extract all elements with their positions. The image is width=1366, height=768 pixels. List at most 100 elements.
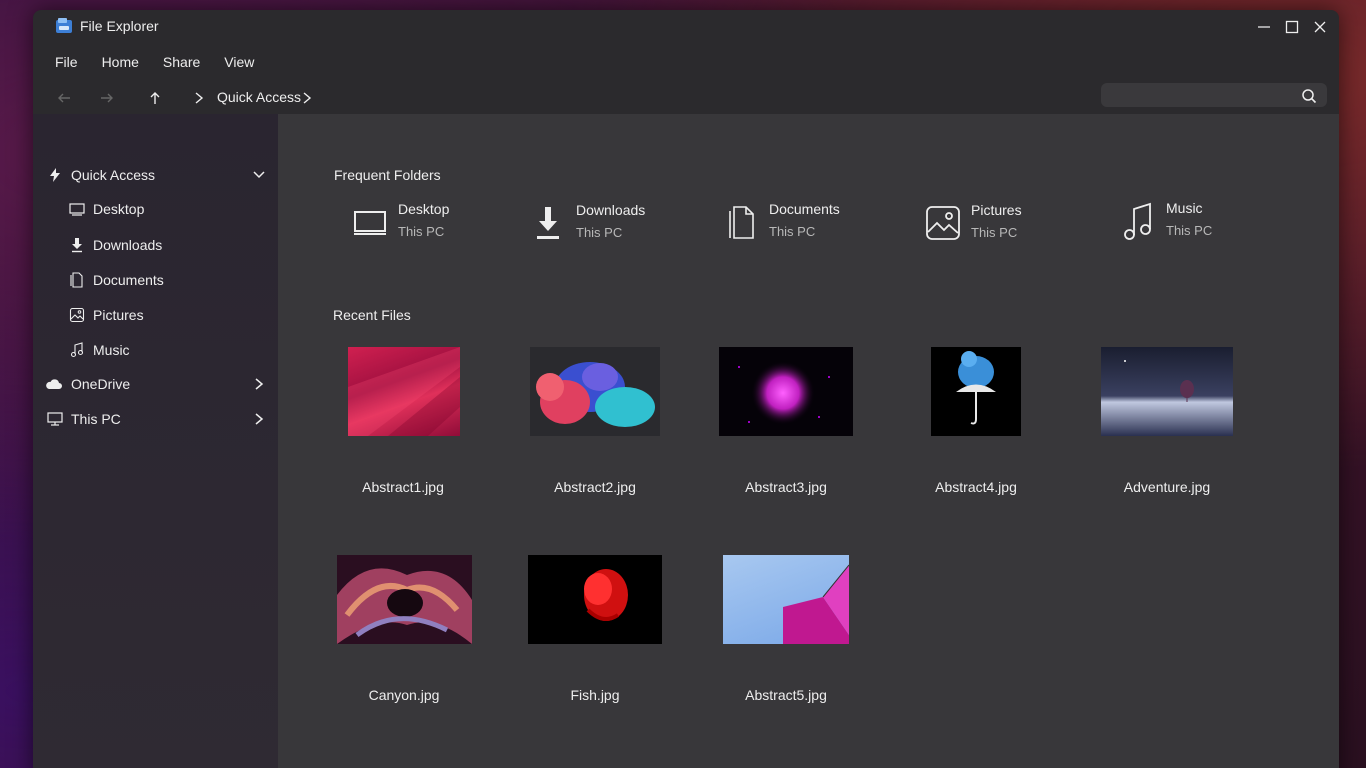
frequent-folders-heading: Frequent Folders [334,167,441,183]
glowing-orb-image [738,361,830,425]
chevron-right-icon[interactable] [301,91,313,105]
frequent-folder-documents[interactable]: Documents This PC [721,200,840,242]
pink-geometry-image [783,564,849,644]
folder-name: Downloads [576,202,646,218]
recent-files-heading: Recent Files [333,307,411,323]
file-name[interactable]: Abstract3.jpg [711,479,861,495]
file-thumbnail-canyon[interactable] [337,555,472,644]
cloud-icon [46,379,62,389]
title-bar[interactable]: File Explorer [33,10,1339,44]
sidebar-item-onedrive[interactable]: OneDrive [45,371,130,397]
minimize-icon [1258,26,1270,28]
download-icon [72,238,82,253]
monitor-icon [354,211,386,235]
frequent-folder-desktop[interactable]: Desktop This PC [350,200,449,242]
file-thumbnail-adventure[interactable] [1101,347,1233,436]
folder-name: Documents [769,201,840,217]
umbrella-smoke-image [931,347,1021,436]
menu-view[interactable]: View [224,54,254,70]
file-name[interactable]: Abstract1.jpg [328,479,478,495]
file-name[interactable]: Abstract5.jpg [711,687,861,703]
close-button[interactable] [1309,16,1331,38]
color-smoke-image [530,347,660,436]
frequent-folder-pictures[interactable]: Pictures This PC [923,201,1022,243]
canyon-image [337,555,472,644]
sidebar-item-label: Music [93,342,130,358]
menu-home[interactable]: Home [102,54,139,70]
sidebar-item-this-pc[interactable]: This PC [47,406,121,432]
file-thumbnail-abstract4[interactable] [931,347,1021,436]
download-icon [537,207,559,239]
close-icon [1314,21,1326,33]
back-button[interactable] [52,86,76,110]
folder-name: Pictures [971,202,1022,218]
sidebar-item-label: Pictures [93,307,144,323]
file-explorer-window: File Explorer File Home Share View Quick… [33,10,1339,768]
file-thumbnail-abstract3[interactable] [719,347,853,436]
file-explorer-app-icon [56,18,72,33]
breadcrumb-quick-access[interactable]: Quick Access [217,89,301,105]
picture-icon [69,307,85,323]
menu-file[interactable]: File [55,54,78,70]
folder-name: Desktop [398,201,450,217]
folder-location: This PC [576,225,623,240]
sidebar-item-label: Documents [93,272,164,288]
music-icon [1124,202,1151,240]
folder-location: This PC [769,224,816,239]
menu-bar: File Home Share View [55,54,278,70]
document-icon [729,206,754,239]
sidebar-item-music[interactable]: Music [69,337,130,363]
sidebar-item-label: This PC [71,411,121,427]
chevron-right-icon[interactable] [251,376,267,392]
file-thumbnail-abstract2[interactable] [530,347,660,436]
frequent-folder-downloads[interactable]: Downloads This PC [528,201,645,243]
computer-icon [47,412,63,426]
search-input[interactable] [1101,83,1327,107]
search-icon[interactable] [1301,88,1317,104]
sidebar-item-label: Desktop [93,201,145,217]
minimize-button[interactable] [1253,16,1275,38]
sidebar-item-label: OneDrive [71,376,131,392]
folder-location: This PC [1166,223,1213,238]
sidebar-item-desktop[interactable]: Desktop [69,196,144,222]
file-name[interactable]: Adventure.jpg [1092,479,1242,495]
menu-share[interactable]: Share [163,54,200,70]
sidebar-item-downloads[interactable]: Downloads [69,232,162,258]
lightning-icon [50,168,60,182]
folder-location: This PC [398,224,445,239]
folder-location: This PC [971,225,1018,240]
folder-name: Music [1166,200,1203,216]
file-name[interactable]: Abstract2.jpg [520,479,670,495]
file-thumbnail-fish[interactable] [528,555,662,644]
navigation-pane: Quick Access Desktop Downloads Documents… [33,114,278,768]
picture-icon [926,206,960,240]
music-icon [70,342,84,358]
abstract-shapes-image [348,347,460,436]
document-icon [70,272,83,288]
sidebar-item-quick-access[interactable]: Quick Access [47,162,155,188]
content-pane: Frequent Folders Desktop This PC Downloa… [278,114,1339,768]
sidebar-item-documents[interactable]: Documents [69,267,164,293]
arrow-right-icon [101,93,113,103]
chevron-down-icon[interactable] [251,167,267,183]
window-title: File Explorer [80,18,159,34]
red-fish-image [528,555,662,644]
balloon-landscape-image [1124,360,1194,402]
file-name[interactable]: Canyon.jpg [329,687,479,703]
file-thumbnail-abstract5[interactable] [723,555,849,644]
arrow-up-icon [150,92,160,104]
maximize-button[interactable] [1281,16,1303,38]
forward-button[interactable] [95,86,119,110]
monitor-icon [69,203,85,216]
sidebar-item-pictures[interactable]: Pictures [69,302,144,328]
up-button[interactable] [143,86,167,110]
chevron-right-icon[interactable] [251,411,267,427]
file-name[interactable]: Abstract4.jpg [901,479,1051,495]
sidebar-item-label: Downloads [93,237,163,253]
file-thumbnail-abstract1[interactable] [348,347,460,436]
arrow-left-icon [58,93,70,103]
file-name[interactable]: Fish.jpg [520,687,670,703]
chevron-right-icon[interactable] [193,91,205,105]
sidebar-item-label: Quick Access [71,167,156,183]
frequent-folder-music[interactable]: Music This PC [1118,199,1212,241]
